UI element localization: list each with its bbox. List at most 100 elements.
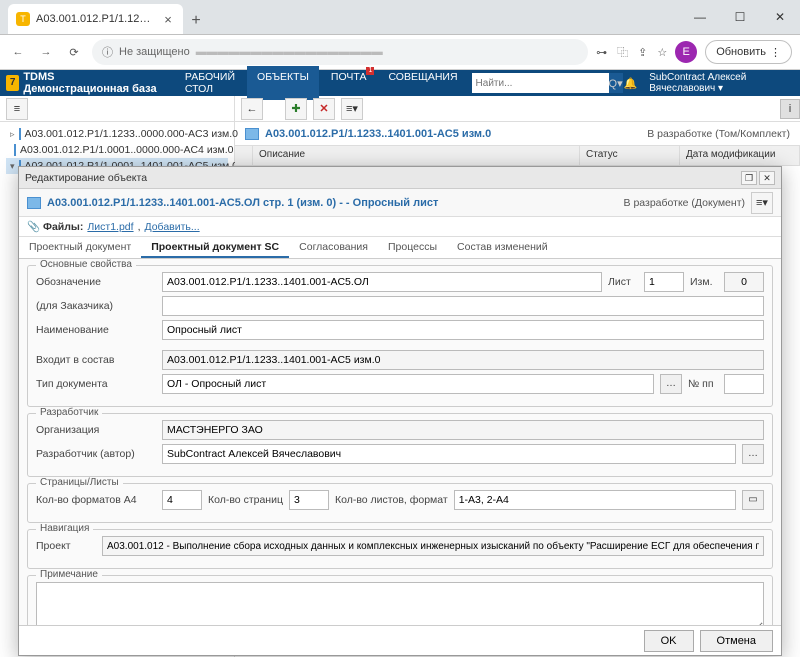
maximize-button[interactable]: ☐	[720, 0, 760, 34]
nav-desktop[interactable]: РАБОЧИЙ СТОЛ	[175, 66, 245, 100]
tab-close-icon[interactable]: ×	[161, 12, 175, 26]
url-blur: ▬▬▬▬▬▬▬▬▬▬▬▬▬▬▬▬▬	[196, 46, 578, 58]
sheet-field[interactable]	[644, 272, 684, 292]
window-controls: — ☐ ✕	[680, 0, 800, 34]
search-input[interactable]	[476, 78, 608, 89]
dialog-status: В разработке (Документ)	[624, 197, 745, 209]
update-button[interactable]: Обновить⋮	[705, 40, 792, 64]
name-field[interactable]	[162, 320, 764, 340]
attach-icon: 📎	[27, 220, 39, 233]
app-title: TDMS Демонстрационная база	[23, 71, 163, 95]
dialog-body: Основные свойства Обозначение Лист Изм. …	[19, 259, 781, 625]
breadcrumb-status: В разработке (Том/Комплект)	[647, 128, 790, 140]
add-file-link[interactable]: Добавить...	[144, 221, 199, 233]
folder-icon	[19, 128, 21, 140]
new-tab-button[interactable]: +	[183, 8, 209, 34]
toolbar-new[interactable]: ✚	[285, 98, 307, 120]
address-field[interactable]: ⓘ Не защищено ▬▬▬▬▬▬▬▬▬▬▬▬▬▬▬▬▬	[92, 39, 588, 65]
author-field[interactable]	[162, 444, 736, 464]
dialog-footer: OK Отмена	[19, 625, 781, 655]
dialog-title: Редактирование объекта	[25, 172, 147, 184]
tab-doc[interactable]: Проектный документ	[19, 237, 141, 258]
right-panel: i	[780, 96, 800, 657]
tab-processes[interactable]: Процессы	[378, 237, 447, 258]
toolbar-delete[interactable]: ✕	[313, 98, 335, 120]
doctype-lookup-button[interactable]: …	[660, 374, 682, 394]
nav-mail[interactable]: ПОЧТА1	[321, 66, 377, 100]
project-field[interactable]	[102, 536, 764, 556]
tree-toolbar: ≡	[0, 96, 234, 122]
dialog-menu[interactable]: ≡▾	[751, 192, 773, 214]
app-logo: 7	[6, 75, 19, 91]
ok-button[interactable]: OK	[644, 630, 694, 652]
user-menu[interactable]: SubContract Алексей Вячеславович ▾	[649, 72, 794, 94]
tab-changes[interactable]: Состав изменений	[447, 237, 558, 258]
a4-field[interactable]	[162, 490, 202, 510]
author-lookup-button[interactable]: …	[742, 444, 764, 464]
breadcrumb-text: A03.001.012.P1/1.1233..1401.001-AC5 изм.…	[265, 128, 491, 140]
tab-doc-sc[interactable]: Проектный документ SC	[141, 237, 289, 258]
dialog-title-bar[interactable]: Редактирование объекта ❐ ✕	[19, 167, 781, 189]
file-link[interactable]: Лист1.pdf	[87, 221, 133, 233]
col-status[interactable]: Статус	[580, 146, 680, 165]
tree-item[interactable]: A03.001.012.P1/1.0001..0000.000-AC4 изм.…	[6, 142, 228, 158]
security-label: Не защищено	[119, 46, 190, 58]
translate-icon[interactable]: ⿻	[617, 44, 628, 60]
reload-button[interactable]: ⟳	[64, 42, 84, 62]
main-toolbar: ← ✚ ✕ ≡▾	[235, 96, 800, 122]
profile-avatar[interactable]: Е	[675, 41, 697, 63]
designation-field[interactable]	[162, 272, 602, 292]
dialog-maximize[interactable]: ❐	[741, 171, 757, 185]
tree-menu-button[interactable]: ≡	[6, 98, 28, 120]
customer-field[interactable]	[162, 296, 764, 316]
nav-meetings[interactable]: СОВЕЩАНИЯ	[378, 66, 467, 100]
toolbar-icons: ⊶ ⿻ ⇪ ☆	[596, 44, 667, 60]
nav-objects[interactable]: ОБЪЕКТЫ	[247, 66, 319, 100]
tab-approvals[interactable]: Согласования	[289, 237, 378, 258]
group-note: Примечание	[27, 575, 773, 625]
group-main: Основные свойства Обозначение Лист Изм. …	[27, 265, 773, 407]
browser-tab[interactable]: T A03.001.012.P1/1.1233..1401.001 ×	[8, 4, 183, 34]
insecure-icon: ⓘ	[102, 44, 113, 60]
folder-icon	[245, 128, 259, 140]
sheets-button[interactable]: ▭	[742, 490, 764, 510]
tree-item[interactable]: ▹A03.001.012.P1/1.1233..0000.000-AC3 изм…	[6, 126, 228, 142]
toolbar-menu[interactable]: ≡▾	[341, 98, 363, 120]
group-pages: Страницы/Листы Кол-во форматов А4 Кол-во…	[27, 483, 773, 523]
search-button[interactable]: Q▾	[608, 73, 623, 93]
minimize-button[interactable]: —	[680, 0, 720, 34]
dialog-header-text: A03.001.012.P1/1.1233..1401.001-AC5.ОЛ с…	[47, 197, 438, 209]
key-icon[interactable]: ⊶	[596, 46, 607, 59]
dialog-header: A03.001.012.P1/1.1233..1401.001-AC5.ОЛ с…	[19, 189, 781, 217]
pages-field[interactable]	[289, 490, 329, 510]
close-button[interactable]: ✕	[760, 0, 800, 34]
info-button[interactable]: i	[780, 99, 800, 119]
favicon: T	[16, 12, 30, 26]
back-button[interactable]: ←	[8, 42, 28, 62]
partof-field[interactable]	[162, 350, 764, 370]
dialog-tabs: Проектный документ Проектный документ SC…	[19, 237, 781, 259]
files-row: 📎 Файлы: Лист1.pdf, Добавить...	[19, 217, 781, 237]
share-icon[interactable]: ⇪	[638, 46, 647, 59]
tab-title: A03.001.012.P1/1.1233..1401.001	[36, 13, 155, 25]
group-nav: Навигация Проект	[27, 529, 773, 569]
folder-icon	[14, 144, 16, 156]
star-icon[interactable]: ☆	[657, 46, 667, 59]
app-header: 7 TDMS Демонстрационная база РАБОЧИЙ СТО…	[0, 70, 800, 96]
mail-badge: 1	[366, 67, 374, 75]
toolbar-back[interactable]: ←	[241, 98, 263, 120]
doctype-field[interactable]	[162, 374, 654, 394]
notification-icon[interactable]: 🔔	[624, 77, 638, 90]
npp-field[interactable]	[724, 374, 764, 394]
rev-field[interactable]	[724, 272, 764, 292]
group-dev: Разработчик Организация Разработчик (авт…	[27, 413, 773, 477]
forward-button[interactable]: →	[36, 42, 56, 62]
org-field[interactable]	[162, 420, 764, 440]
sheets-field[interactable]	[454, 490, 736, 510]
app-nav: РАБОЧИЙ СТОЛ ОБЪЕКТЫ ПОЧТА1 СОВЕЩАНИЯ	[175, 66, 468, 100]
note-textarea[interactable]	[36, 582, 764, 625]
col-desc[interactable]: Описание	[253, 146, 580, 165]
cancel-button[interactable]: Отмена	[700, 630, 773, 652]
dialog-close[interactable]: ✕	[759, 171, 775, 185]
edit-dialog: Редактирование объекта ❐ ✕ A03.001.012.P…	[18, 166, 782, 656]
